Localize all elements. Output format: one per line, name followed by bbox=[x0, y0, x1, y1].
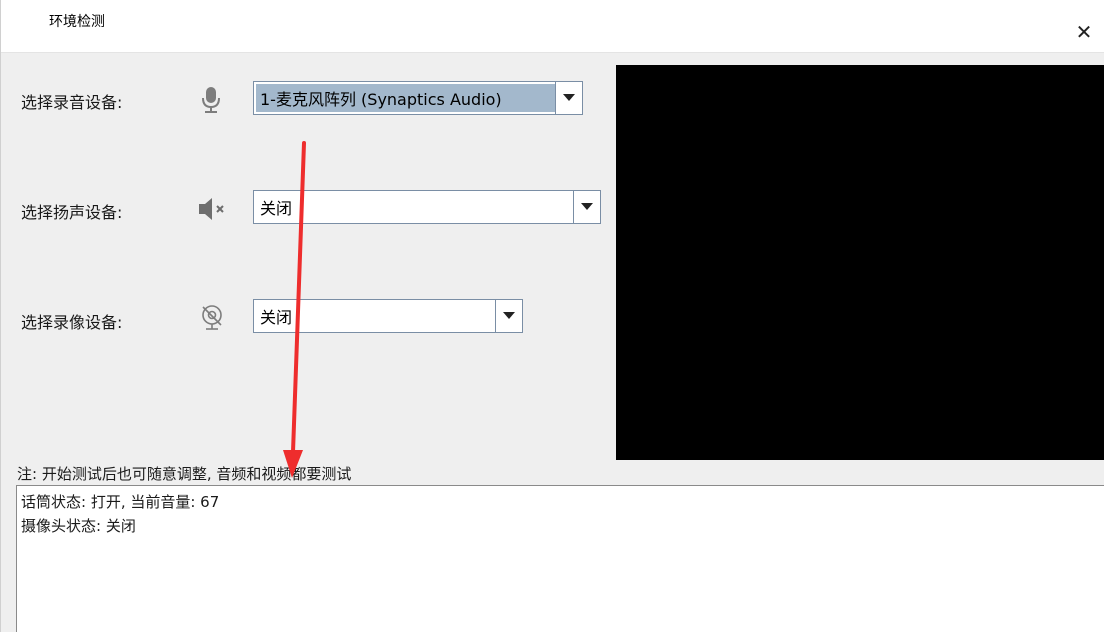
camera-device-label: 选择录像设备: bbox=[21, 313, 123, 332]
close-icon: ✕ bbox=[1075, 20, 1093, 44]
environment-check-window: 环境检测 ✕ 选择录音设备: 1-麦克风阵列 (Synaptics Audio)… bbox=[0, 0, 1104, 632]
camera-status-line: 摄像头状态: 关闭 bbox=[21, 517, 136, 535]
note-text: 注: 开始测试后也可随意调整, 音频和视频都要测试 bbox=[17, 465, 352, 483]
microphone-icon bbox=[201, 85, 221, 119]
speaker-device-select[interactable]: 关闭 bbox=[253, 190, 601, 224]
speaker-device-dropdown-button[interactable] bbox=[573, 191, 600, 223]
chevron-down-icon bbox=[581, 203, 593, 210]
speaker-device-value: 关闭 bbox=[260, 199, 293, 218]
status-log[interactable]: 话筒状态: 打开, 当前音量: 67 摄像头状态: 关闭 bbox=[16, 485, 1104, 632]
chevron-down-icon bbox=[503, 312, 515, 319]
mic-status-line: 话筒状态: 打开, 当前音量: 67 bbox=[21, 493, 220, 511]
window-title: 环境检测 bbox=[49, 14, 105, 30]
record-device-value: 1-麦克风阵列 (Synaptics Audio) bbox=[256, 84, 555, 112]
chevron-down-icon bbox=[563, 94, 575, 101]
speaker-device-label: 选择扬声设备: bbox=[21, 203, 123, 222]
record-device-dropdown-button[interactable] bbox=[555, 82, 582, 114]
camera-device-dropdown-button[interactable] bbox=[495, 300, 522, 332]
camera-preview bbox=[616, 65, 1104, 460]
close-button[interactable]: ✕ bbox=[1063, 14, 1104, 50]
record-device-select[interactable]: 1-麦克风阵列 (Synaptics Audio) bbox=[253, 81, 583, 115]
title-bar: 环境检测 ✕ bbox=[1, 0, 1104, 53]
camera-device-value: 关闭 bbox=[260, 308, 293, 327]
camera-device-select[interactable]: 关闭 bbox=[253, 299, 523, 333]
record-device-label: 选择录音设备: bbox=[21, 93, 123, 112]
camera-off-icon bbox=[200, 304, 224, 336]
speaker-muted-icon bbox=[197, 197, 231, 225]
